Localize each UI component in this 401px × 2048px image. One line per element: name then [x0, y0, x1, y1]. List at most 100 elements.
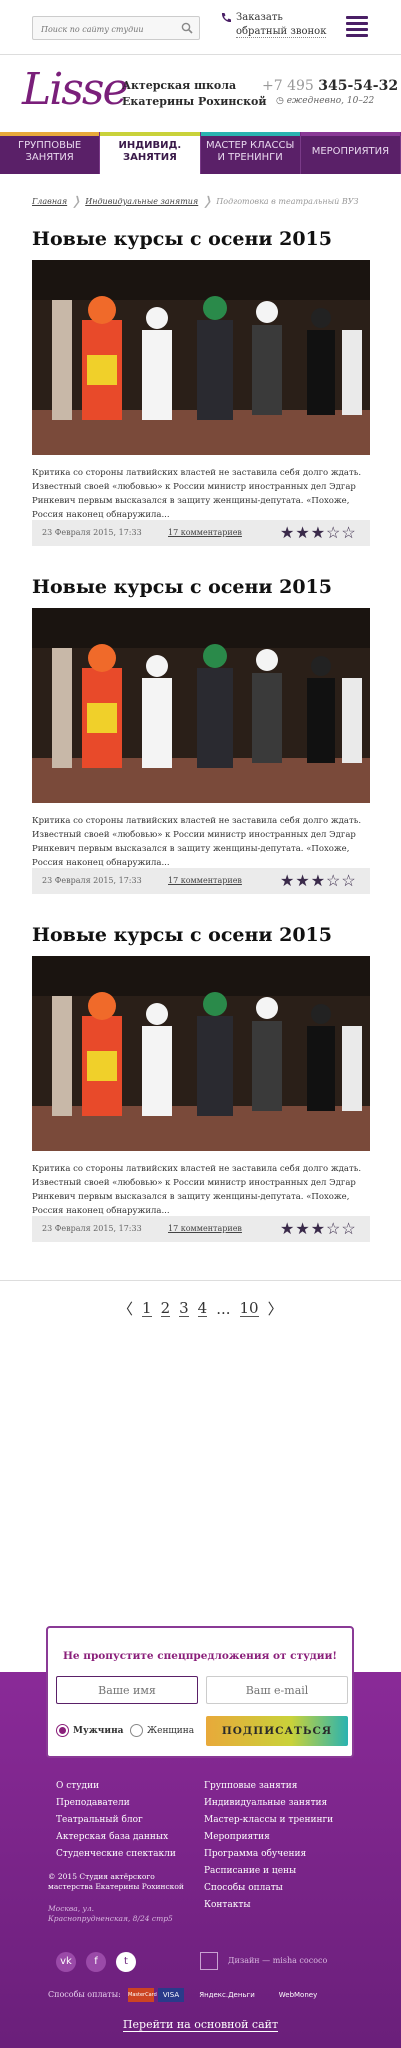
article-photo[interactable]: [32, 260, 370, 455]
clock-icon: ◷: [276, 96, 284, 106]
star-filled-icon[interactable]: ★: [295, 523, 310, 542]
chevron-right-icon: ❭: [202, 194, 213, 208]
brand-header: Lisse Актерская школа Екатерины Рохинско…: [0, 56, 401, 132]
subscribe-button[interactable]: ПОДПИСАТЬСЯ: [206, 1716, 348, 1746]
vk-icon[interactable]: vk: [56, 1952, 76, 1972]
twitter-icon[interactable]: t: [116, 1952, 136, 1972]
footer-link[interactable]: Студенческие спектакли: [56, 1846, 176, 1863]
article-card: Новые курсы с осени 2015 Критика со стор…: [32, 576, 370, 894]
footer-link[interactable]: Программа обучения: [204, 1846, 333, 1863]
search-input[interactable]: [33, 18, 173, 41]
footer-link[interactable]: Групповые занятия: [204, 1778, 333, 1795]
radio-empty-icon[interactable]: [130, 1724, 143, 1737]
nav-item-master[interactable]: Мастер классы и тренинги: [200, 132, 301, 174]
article-title[interactable]: Новые курсы с осени 2015: [32, 924, 370, 946]
nav-accent: [300, 132, 400, 136]
footer-link[interactable]: Театральный блог: [56, 1812, 176, 1829]
nav-label: Групповые: [18, 140, 82, 151]
rating-stars[interactable]: ★★★☆☆: [280, 1219, 357, 1238]
page-link-last[interactable]: 10: [239, 1300, 259, 1317]
next-page-icon[interactable]: 〉: [268, 1298, 283, 1319]
breadcrumb-home[interactable]: Главная: [32, 197, 67, 206]
star-filled-icon[interactable]: ★: [295, 871, 310, 890]
designer-credit[interactable]: Дизайн — misha cococo: [228, 1956, 327, 1965]
article-card: Новые курсы с осени 2015 Критика со стор…: [32, 228, 370, 546]
subscribe-form: Не пропустите спецпредложения от студии!…: [46, 1626, 354, 1758]
mastercard-icon: MasterCard: [128, 1988, 157, 2002]
name-field[interactable]: [56, 1676, 198, 1704]
email-field[interactable]: [206, 1676, 348, 1704]
page-link[interactable]: 2: [160, 1300, 171, 1317]
footer-link[interactable]: Мероприятия: [204, 1829, 333, 1846]
menu-icon[interactable]: [346, 16, 368, 37]
star-empty-icon[interactable]: ☆: [326, 1219, 341, 1238]
article-photo[interactable]: [32, 956, 370, 1151]
chevron-right-icon: ❭: [71, 194, 82, 208]
radio-checked-icon[interactable]: [56, 1724, 69, 1737]
article-card: Новые курсы с осени 2015 Критика со стор…: [32, 924, 370, 1242]
star-empty-icon[interactable]: ☆: [341, 523, 356, 542]
star-filled-icon[interactable]: ★: [295, 1219, 310, 1238]
page-link[interactable]: 4: [197, 1300, 208, 1317]
star-filled-icon[interactable]: ★: [280, 523, 295, 542]
gender-female-radio[interactable]: Женщина: [130, 1724, 194, 1737]
star-empty-icon[interactable]: ☆: [341, 871, 356, 890]
footer-link[interactable]: Контакты: [204, 1897, 333, 1914]
article-excerpt: Критика со стороны латвийских властей не…: [32, 1164, 362, 1216]
nav-item-individual[interactable]: Индивид. занятия: [100, 132, 201, 174]
star-filled-icon[interactable]: ★: [280, 1219, 295, 1238]
star-empty-icon[interactable]: ☆: [341, 1219, 356, 1238]
nav-accent: [100, 132, 200, 136]
page-link[interactable]: 1: [142, 1300, 152, 1317]
callback-line1[interactable]: Заказать: [236, 12, 283, 23]
search-icon[interactable]: [181, 22, 193, 34]
article-comments[interactable]: 17 комментариев: [168, 1224, 242, 1233]
star-filled-icon[interactable]: ★: [311, 523, 326, 542]
logo[interactable]: Lisse: [22, 64, 128, 115]
footer-link[interactable]: Способы оплаты: [204, 1880, 333, 1897]
school-line1: Актерская школа: [122, 79, 237, 92]
footer-link[interactable]: Индивидуальные занятия: [204, 1795, 333, 1812]
footer-link[interactable]: Актерская база данных: [56, 1829, 176, 1846]
article-title[interactable]: Новые курсы с осени 2015: [32, 576, 370, 598]
footer-link[interactable]: О студии: [56, 1778, 176, 1795]
prev-page-icon[interactable]: 〈: [118, 1298, 133, 1319]
article-comments[interactable]: 17 комментариев: [168, 876, 242, 885]
footer-link[interactable]: Преподаватели: [56, 1795, 176, 1812]
facebook-icon[interactable]: f: [86, 1952, 106, 1972]
star-filled-icon[interactable]: ★: [311, 1219, 326, 1238]
star-filled-icon[interactable]: ★: [280, 871, 295, 890]
breadcrumb-section[interactable]: Индивидуальные занятия: [85, 197, 198, 206]
radio-label: Женщина: [147, 1725, 195, 1736]
footer-link[interactable]: Расписание и цены: [204, 1863, 333, 1880]
gender-male-radio[interactable]: Мужчина: [56, 1724, 124, 1737]
breadcrumb: Главная ❭ Индивидуальные занятия ❭ Подго…: [32, 194, 359, 208]
footer-link[interactable]: Мастер-классы и тренинги: [204, 1812, 333, 1829]
nav-label: Мероприятия: [311, 146, 390, 157]
star-empty-icon[interactable]: ☆: [326, 523, 341, 542]
page-link[interactable]: 3: [179, 1300, 189, 1317]
footer-copyright: © 2015 Студия актёрского мастерства Екат…: [48, 1872, 184, 1891]
nav-item-group[interactable]: Групповые занятия: [0, 132, 101, 174]
rating-stars[interactable]: ★★★☆☆: [280, 871, 357, 890]
main-site-link[interactable]: Перейти на основной сайт: [0, 2018, 401, 2032]
article-date: 23 Февраля 2015, 17:33: [42, 1224, 142, 1233]
star-empty-icon[interactable]: ☆: [326, 871, 341, 890]
article-comments[interactable]: 17 комментариев: [168, 528, 242, 537]
callback-line2[interactable]: обратный звонок: [236, 26, 327, 38]
nav-accent: [0, 132, 100, 136]
article-title[interactable]: Новые курсы с осени 2015: [32, 228, 370, 250]
phone-code: +7 495: [262, 78, 314, 94]
nav-label: занятия: [25, 152, 74, 163]
main-site-label[interactable]: Перейти на основной сайт: [122, 2018, 279, 2032]
photo-illustration: [32, 608, 370, 803]
designer-icon[interactable]: [200, 1952, 218, 1970]
working-hours: ◷ ежедневно, 10–22: [276, 96, 374, 106]
phone-number[interactable]: +7 495 345-54-32: [262, 78, 398, 94]
nav-item-events[interactable]: Мероприятия: [300, 132, 401, 174]
search-box[interactable]: [32, 16, 200, 41]
article-photo[interactable]: [32, 608, 370, 803]
star-filled-icon[interactable]: ★: [311, 871, 326, 890]
pagination-ellipsis: ...: [216, 1299, 231, 1318]
rating-stars[interactable]: ★★★☆☆: [280, 523, 357, 542]
